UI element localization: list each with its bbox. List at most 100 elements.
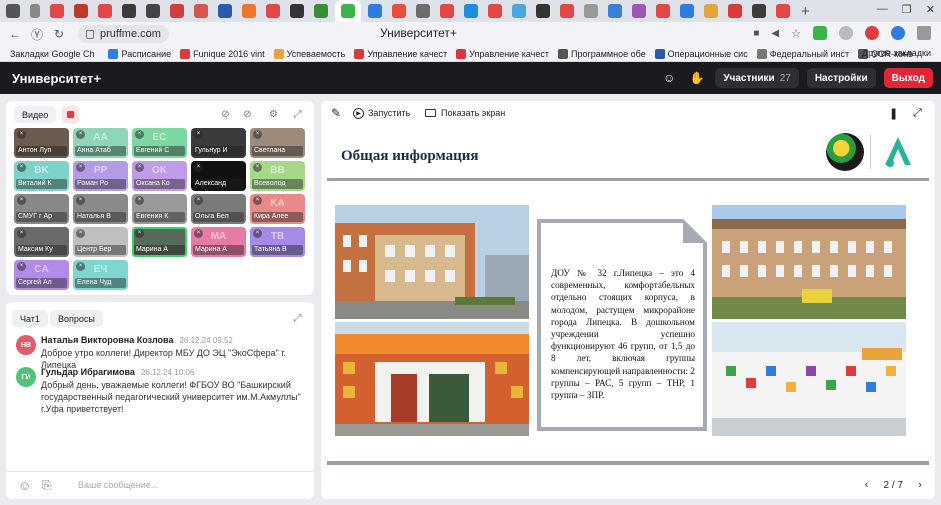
bookmark-item[interactable]: Управление качест xyxy=(354,48,447,59)
browser-tab-icon[interactable] xyxy=(656,4,670,18)
participant-tile[interactable]: × Наталья В xyxy=(73,194,128,224)
back-icon[interactable]: ← xyxy=(4,27,26,41)
tab-chat[interactable]: Чат1 xyxy=(12,310,48,327)
browser-tab-icon[interactable] xyxy=(290,4,304,18)
browser-tab-icon[interactable] xyxy=(242,4,256,18)
browser-tab-icon[interactable] xyxy=(776,4,790,18)
bookmark-star-icon[interactable]: ☆ xyxy=(791,27,801,40)
browser-tab-icon[interactable] xyxy=(728,4,742,18)
new-tab-button[interactable]: + xyxy=(801,3,810,20)
other-bookmarks[interactable]: Другие закладки xyxy=(862,48,931,58)
next-slide-icon[interactable]: › xyxy=(913,479,927,491)
expand-icon[interactable]: ⤢ xyxy=(289,106,306,123)
minimize-icon[interactable]: — xyxy=(877,3,888,16)
browser-tab-icon[interactable] xyxy=(608,4,622,18)
message-input[interactable]: Ваше сообщение... xyxy=(78,480,158,490)
participant-tile[interactable]: × Светлана xyxy=(250,128,305,158)
browser-tab-icon[interactable] xyxy=(584,4,598,18)
browser-tab-icon[interactable] xyxy=(536,4,550,18)
emoji-picker-icon[interactable]: ☺ xyxy=(18,478,31,493)
active-tab[interactable] xyxy=(335,0,361,22)
browser-tab-icon[interactable] xyxy=(752,4,766,18)
bookmark-item[interactable]: Funique 2016 vint xyxy=(180,48,265,59)
browser-tab-icon[interactable] xyxy=(74,4,88,18)
browser-tab-icon[interactable] xyxy=(392,4,406,18)
bookmark-item[interactable]: Операционные сис xyxy=(654,48,748,59)
bookmark-item[interactable]: Расписание xyxy=(108,48,171,59)
window-menu-icon[interactable] xyxy=(6,4,20,18)
bookmarks-google[interactable]: Закладки Google Ch xyxy=(10,49,94,59)
participant-tile[interactable]: × CA Сергей Ал xyxy=(14,260,69,290)
browser-tab-icon[interactable] xyxy=(704,4,718,18)
browser-tab-icon[interactable] xyxy=(440,4,454,18)
participant-tile[interactable]: × Максим Ку xyxy=(14,227,69,257)
exit-button[interactable]: Выход xyxy=(883,68,933,88)
browser-tab-icon[interactable] xyxy=(122,4,136,18)
browser-tab-icon[interactable] xyxy=(464,4,478,18)
bookmark-item[interactable]: Программное обе xyxy=(557,48,646,59)
participant-tile[interactable]: × MA Марина А xyxy=(191,227,246,257)
camera-icon[interactable]: ■ xyxy=(753,28,759,39)
bookmark-item[interactable]: Управление качест xyxy=(456,48,549,59)
tab-list-icon[interactable] xyxy=(30,4,40,18)
close-window-icon[interactable]: ✕ xyxy=(926,3,935,16)
volume-icon[interactable]: ◀ xyxy=(771,28,779,39)
participant-tile[interactable]: × Ольга Бел xyxy=(191,194,246,224)
adblock-icon[interactable] xyxy=(865,26,879,40)
yandex-logo-icon[interactable]: Ⓨ xyxy=(26,26,48,43)
browser-tab-icon[interactable] xyxy=(368,4,382,18)
browser-tab-icon[interactable] xyxy=(416,4,430,18)
bookmark-item[interactable]: Федеральный инст xyxy=(756,48,849,59)
browser-tab-icon[interactable] xyxy=(146,4,160,18)
browser-tab-icon[interactable] xyxy=(680,4,694,18)
camera-off-icon[interactable]: ⊘ xyxy=(217,106,234,123)
extension-icon[interactable] xyxy=(839,26,853,40)
settings-button[interactable]: Настройки xyxy=(806,68,876,88)
participant-tile[interactable]: × Гульнур И xyxy=(191,128,246,158)
attach-icon[interactable]: ⎘ xyxy=(42,478,52,493)
mic-off-icon[interactable]: ⊘ xyxy=(239,106,256,123)
participant-tile[interactable]: × EЧ Елена Чуд xyxy=(73,260,128,290)
url-field[interactable]: pruffme.com xyxy=(78,25,169,43)
gear-icon[interactable]: ⚙ xyxy=(265,106,282,123)
participant-tile[interactable]: × Марина А xyxy=(132,227,187,257)
participant-tile[interactable]: × EC Евгений С xyxy=(132,128,187,158)
chat-expand-icon[interactable]: ⤢ xyxy=(289,310,306,327)
downloads-icon[interactable] xyxy=(917,26,931,40)
brush-icon[interactable]: ✎ xyxy=(331,105,341,121)
browser-tab-icon[interactable] xyxy=(512,4,526,18)
participant-tile[interactable]: × Евгения К xyxy=(132,194,187,224)
bookmark-item[interactable]: Успеваемость xyxy=(273,48,345,59)
browser-tab-icon[interactable] xyxy=(314,4,328,18)
participant-tile[interactable]: × СМУГ г Ар xyxy=(14,194,69,224)
run-button[interactable]: ▶ Запустить xyxy=(353,105,410,121)
participant-tile[interactable]: × KA Кира Алее xyxy=(250,194,305,224)
participant-tile[interactable]: × Антон Луп xyxy=(14,128,69,158)
participant-tile[interactable]: × BK Виталий К xyxy=(14,161,69,191)
browser-tab-icon[interactable] xyxy=(560,4,574,18)
share-screen-button[interactable]: Показать экран xyxy=(425,105,505,121)
participants-button[interactable]: Участники 27 xyxy=(715,68,799,88)
raise-hand-icon[interactable]: ✋ xyxy=(687,68,707,88)
browser-tab-icon[interactable] xyxy=(632,4,646,18)
bookmark-icon[interactable]: ❚ xyxy=(889,105,898,121)
maximize-icon[interactable]: ❐ xyxy=(902,3,912,16)
browser-tab-icon[interactable] xyxy=(488,4,502,18)
participant-tile[interactable]: × PP Роман Ро xyxy=(73,161,128,191)
participant-tile[interactable]: × TB Татьяна В xyxy=(250,227,305,257)
browser-tab-icon[interactable] xyxy=(266,4,280,18)
prev-slide-icon[interactable]: ‹ xyxy=(860,479,874,491)
tab-questions[interactable]: Вопросы xyxy=(50,310,103,327)
presentation-expand-icon[interactable]: ⤢ xyxy=(913,105,922,121)
shield-icon[interactable] xyxy=(813,26,827,40)
browser-tab-icon[interactable] xyxy=(218,4,232,18)
participant-tile[interactable]: × OK Оксана Ко xyxy=(132,161,187,191)
participant-tile[interactable]: × AA Анна Атаб xyxy=(73,128,128,158)
participant-tile[interactable]: × Центр Бер xyxy=(73,227,128,257)
browser-tab-icon[interactable] xyxy=(194,4,208,18)
browser-tab-icon[interactable] xyxy=(98,4,112,18)
browser-tab-icon[interactable] xyxy=(50,4,64,18)
profile-icon[interactable] xyxy=(891,26,905,40)
record-button[interactable] xyxy=(62,106,79,123)
participant-tile[interactable]: × BB Всеволод xyxy=(250,161,305,191)
